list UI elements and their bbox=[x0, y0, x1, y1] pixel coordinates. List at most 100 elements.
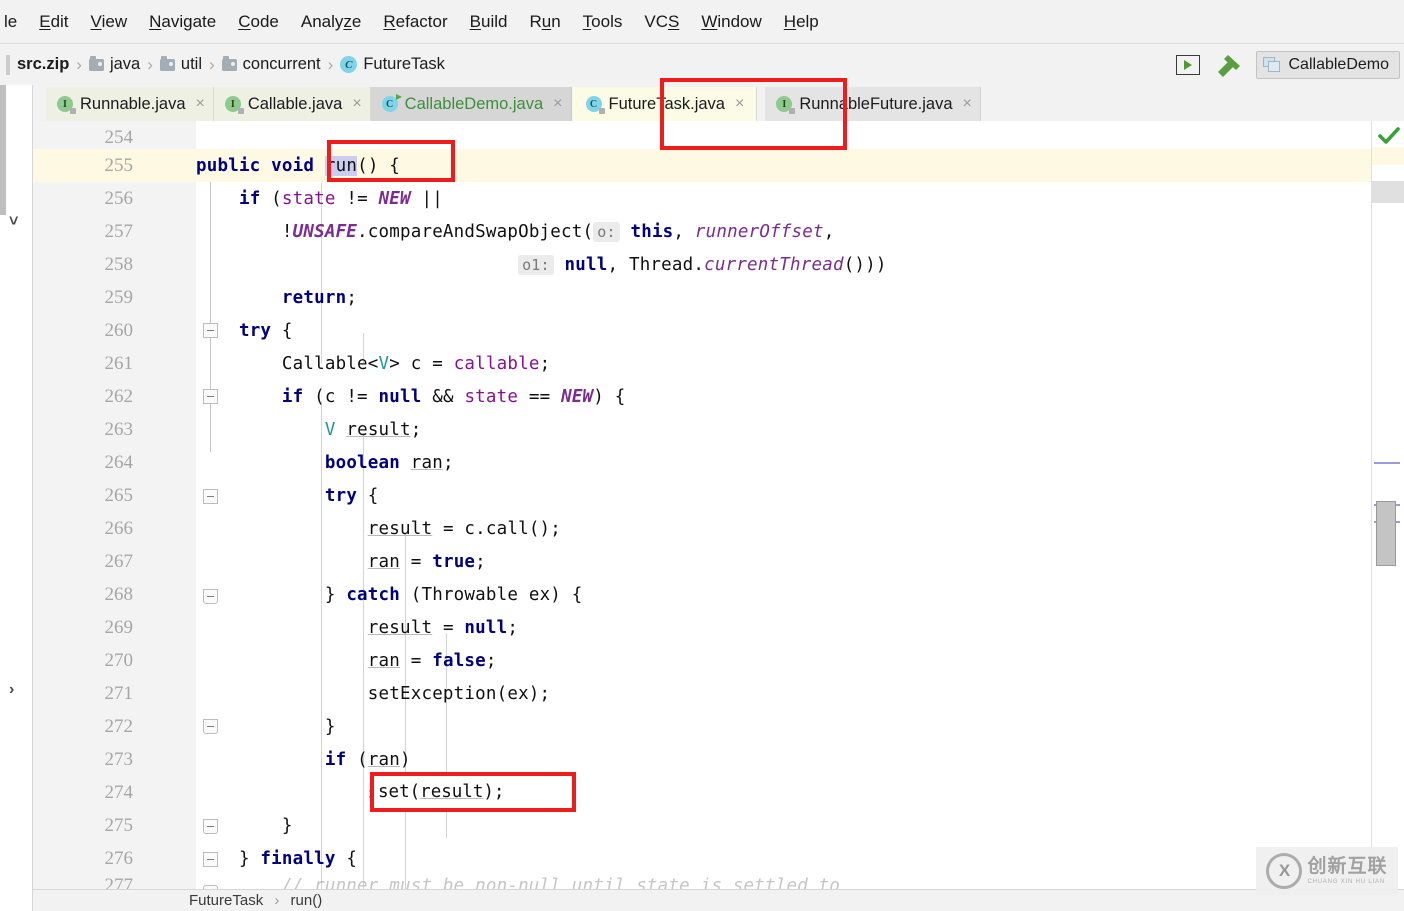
breadcrumb-src-zip-label: src.zip bbox=[17, 55, 69, 74]
breadcrumb-concurrent-label: concurrent bbox=[243, 55, 321, 74]
breadcrumb-src-zip[interactable]: src.zip bbox=[17, 55, 69, 74]
code-line-271[interactable]: 271 setException(ex); bbox=[33, 677, 1371, 710]
line-number: 277 bbox=[33, 875, 133, 889]
error-stripe-marker-bar[interactable] bbox=[1371, 121, 1404, 889]
breadcrumb-separator: › bbox=[209, 55, 215, 75]
code-text: if (ran) bbox=[196, 750, 411, 770]
line-number: 256 bbox=[33, 188, 133, 210]
watermark: X 创新互联 CHUANG XIN HU LIAN bbox=[1256, 847, 1398, 895]
tab-callabledemo-java[interactable]: C CallableDemo.java × bbox=[371, 87, 572, 121]
code-text: result = c.call(); bbox=[196, 519, 561, 539]
code-line-256[interactable]: 256 if (state != NEW || bbox=[33, 182, 1371, 215]
code-line-255[interactable]: 255 public void run() { bbox=[33, 149, 1371, 182]
code-line-274[interactable]: 274 set(result); bbox=[33, 776, 1371, 809]
build-hammer-icon[interactable] bbox=[1214, 52, 1244, 78]
code-editor[interactable]: I O 254 255 public void run() { 256 if (… bbox=[33, 121, 1371, 889]
menu-file[interactable]: le bbox=[0, 10, 28, 34]
line-number: 262 bbox=[33, 386, 133, 408]
code-line-267[interactable]: 267 ran = true; bbox=[33, 545, 1371, 578]
code-text: !UNSAFE.compareAndSwapObject(o: this, ru… bbox=[196, 222, 835, 242]
line-number: 255 bbox=[33, 155, 133, 177]
code-line-269[interactable]: 269 result = null; bbox=[33, 611, 1371, 644]
breadcrumb-util-label: util bbox=[181, 55, 202, 74]
watermark-cn-label: 创新互联 bbox=[1307, 857, 1387, 876]
code-text: Callable<V> c = callable; bbox=[196, 354, 550, 374]
menu-refactor[interactable]: Refactor bbox=[372, 10, 458, 34]
close-icon[interactable]: × bbox=[196, 96, 205, 112]
code-text: result = null; bbox=[196, 618, 518, 638]
run-icon[interactable] bbox=[1176, 55, 1200, 75]
breadcrumb-separator: › bbox=[76, 55, 82, 75]
code-line-276[interactable]: 276 } finally { bbox=[33, 842, 1371, 875]
breadcrumb-java[interactable]: java bbox=[89, 55, 140, 74]
line-number: 276 bbox=[33, 848, 133, 870]
code-line-260[interactable]: 260 try { bbox=[33, 314, 1371, 347]
drag-handle[interactable] bbox=[6, 55, 10, 75]
line-number: 263 bbox=[33, 419, 133, 441]
stripe-marker[interactable] bbox=[1374, 462, 1400, 464]
annotation-box-run-method bbox=[327, 140, 455, 182]
breadcrumb-class[interactable]: FutureTask › run() bbox=[189, 892, 322, 909]
breadcrumb-class-label: FutureTask bbox=[189, 892, 263, 909]
code-line-272[interactable]: 272 } bbox=[33, 710, 1371, 743]
code-text: boolean ran; bbox=[196, 453, 454, 473]
menu-vcs[interactable]: VCS bbox=[633, 10, 690, 34]
breadcrumb-method-label: run() bbox=[291, 892, 323, 909]
code-line-262[interactable]: 262 if (c != null && state == NEW) { bbox=[33, 380, 1371, 413]
vertical-scrollbar-thumb[interactable] bbox=[1376, 501, 1396, 566]
line-number: 258 bbox=[33, 254, 133, 276]
breadcrumb-util[interactable]: util bbox=[160, 55, 202, 74]
code-line-268[interactable]: 268 } catch (Throwable ex) { bbox=[33, 578, 1371, 611]
watermark-en-label: CHUANG XIN HU LIAN bbox=[1307, 879, 1387, 885]
menu-tools[interactable]: Tools bbox=[572, 10, 634, 34]
menu-edit[interactable]: Edit bbox=[28, 10, 79, 34]
breadcrumb-concurrent[interactable]: concurrent bbox=[222, 55, 321, 74]
code-line-265[interactable]: 265 try { bbox=[33, 479, 1371, 512]
line-number: 264 bbox=[33, 452, 133, 474]
close-icon[interactable]: × bbox=[352, 96, 361, 112]
code-line-264[interactable]: 264 boolean ran; bbox=[33, 446, 1371, 479]
close-icon[interactable]: × bbox=[963, 96, 972, 112]
line-number: 254 bbox=[33, 127, 133, 149]
chevron-down-icon[interactable]: ˅ bbox=[9, 213, 18, 231]
tab-runnable-java[interactable]: I Runnable.java × bbox=[46, 87, 214, 121]
tab-callable-java[interactable]: I Callable.java × bbox=[214, 87, 371, 121]
line-number: 260 bbox=[33, 320, 133, 342]
code-line-270[interactable]: 270 ran = false; bbox=[33, 644, 1371, 677]
run-configuration-label: CallableDemo bbox=[1289, 56, 1390, 74]
menu-help[interactable]: Help bbox=[773, 10, 830, 34]
breadcrumb-separator: › bbox=[147, 55, 153, 75]
menu-run[interactable]: Run bbox=[518, 10, 571, 34]
code-line-259[interactable]: 259 return; bbox=[33, 281, 1371, 314]
menu-analyze[interactable]: Analyze bbox=[290, 10, 373, 34]
menu-navigate[interactable]: Navigate bbox=[138, 10, 227, 34]
code-line-261[interactable]: 261 Callable<V> c = callable; bbox=[33, 347, 1371, 380]
interface-icon: I bbox=[57, 96, 73, 112]
code-line-275[interactable]: 275 } bbox=[33, 809, 1371, 842]
code-line-277[interactable]: 277 // runner must be non-null until sta… bbox=[33, 875, 1371, 889]
code-line-263[interactable]: 263 V result; bbox=[33, 413, 1371, 446]
run-configuration-selector[interactable]: CallableDemo bbox=[1256, 51, 1401, 79]
breadcrumb-futuretask[interactable]: C FutureTask bbox=[340, 55, 445, 74]
code-text: } finally { bbox=[196, 849, 357, 869]
code-line-257[interactable]: 257 !UNSAFE.compareAndSwapObject(o: this… bbox=[33, 215, 1371, 248]
menu-view[interactable]: View bbox=[80, 10, 139, 34]
pane-edge-marker bbox=[0, 85, 6, 215]
menu-window[interactable]: Window bbox=[690, 10, 772, 34]
code-text: ran = true; bbox=[196, 552, 486, 572]
line-number: 272 bbox=[33, 716, 133, 738]
chevron-right-icon[interactable]: › bbox=[9, 681, 14, 699]
line-number: 257 bbox=[33, 221, 133, 243]
code-line-266[interactable]: 266 result = c.call(); bbox=[33, 512, 1371, 545]
code-text: // runner must be non-null until state i… bbox=[196, 876, 840, 889]
class-icon: C bbox=[586, 96, 602, 112]
line-number: 266 bbox=[33, 518, 133, 540]
menu-build[interactable]: Build bbox=[459, 10, 519, 34]
code-line-258[interactable]: 258 o1: null, Thread.currentThread())) bbox=[33, 248, 1371, 281]
close-icon[interactable]: × bbox=[553, 96, 562, 112]
code-line-273[interactable]: 273 if (ran) bbox=[33, 743, 1371, 776]
menu-code[interactable]: Code bbox=[227, 10, 290, 34]
line-number: 270 bbox=[33, 650, 133, 672]
configuration-icon bbox=[1263, 57, 1281, 72]
code-text: if (c != null && state == NEW) { bbox=[196, 387, 626, 407]
